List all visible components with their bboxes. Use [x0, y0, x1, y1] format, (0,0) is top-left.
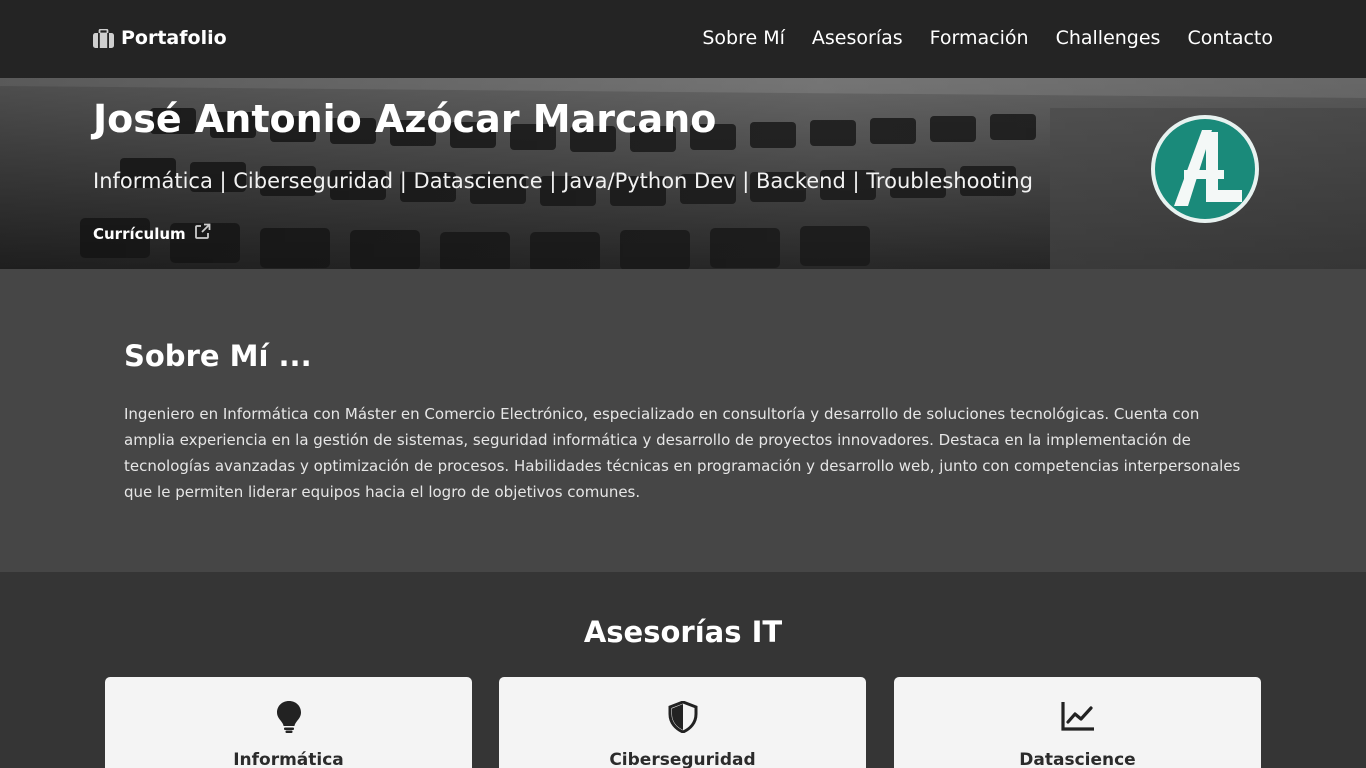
navbar: Portafolio Sobre Mí Asesorías Formación … [0, 0, 1366, 78]
service-card-title: Datascience [1019, 750, 1136, 768]
nav-link-contacto[interactable]: Contacto [1187, 27, 1273, 49]
external-link-icon [194, 223, 211, 244]
service-card-informatica[interactable]: Informática [105, 677, 472, 768]
services-title: Asesorías IT [583, 615, 783, 649]
curriculum-link[interactable]: Currículum [93, 223, 211, 244]
briefcase-icon [93, 28, 114, 48]
al-logo [1151, 115, 1259, 223]
hero-name: José Antonio Azócar Marcano [93, 97, 717, 141]
service-card-title: Informática [233, 750, 344, 768]
chart-line-icon [894, 701, 1261, 731]
brand-link[interactable]: Portafolio [93, 27, 227, 49]
lightbulb-icon [105, 701, 472, 733]
nav-link-formacion[interactable]: Formación [930, 27, 1029, 49]
curriculum-label: Currículum [93, 224, 186, 243]
about-text: Ingeniero en Informática con Máster en C… [124, 405, 1241, 501]
nav-link-asesorias[interactable]: Asesorías [812, 27, 903, 49]
about-section: Sobre Mí ... Ingeniero en Informática co… [0, 269, 1366, 572]
services-section: Asesorías IT Informática Ciberseguridad [0, 572, 1366, 768]
hero-banner: José Antonio Azócar Marcano Informática … [0, 78, 1366, 269]
brand-label: Portafolio [121, 27, 227, 49]
service-card-title: Ciberseguridad [609, 750, 756, 768]
nav-link-sobre-mi[interactable]: Sobre Mí [702, 27, 785, 49]
hero-subtitle: Informática | Ciberseguridad | Datascien… [93, 169, 1034, 193]
shield-icon [499, 701, 866, 733]
service-card-ciberseguridad[interactable]: Ciberseguridad [499, 677, 866, 768]
about-title: Sobre Mí ... [124, 339, 312, 373]
nav-link-challenges[interactable]: Challenges [1056, 27, 1161, 49]
nav-links: Sobre Mí Asesorías Formación Challenges … [702, 27, 1273, 49]
service-card-datascience[interactable]: Datascience [894, 677, 1261, 768]
